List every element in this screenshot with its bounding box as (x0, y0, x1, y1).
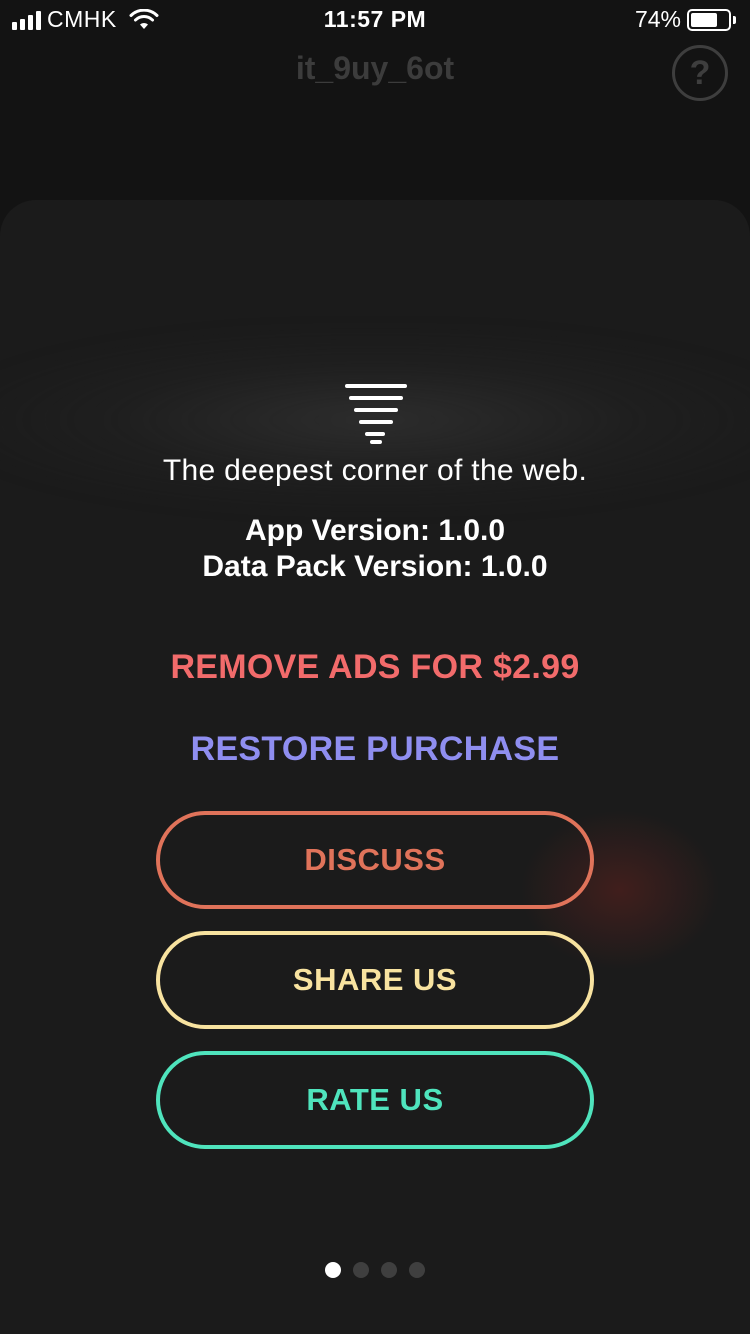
data-pack-version: Data Pack Version: 1.0.0 (202, 550, 548, 583)
battery-icon (687, 8, 731, 31)
share-us-button[interactable]: SHARE US (156, 931, 594, 1029)
app-version: App Version: 1.0.0 (244, 514, 506, 547)
tornado-lines-icon (345, 384, 407, 444)
question-circle-icon: ? (689, 53, 711, 92)
page-dot[interactable] (325, 1262, 341, 1278)
discuss-button[interactable]: DISCUSS (156, 811, 594, 909)
rate-us-button[interactable]: RATE US (156, 1051, 594, 1149)
status-right: 74% (635, 6, 736, 33)
restore-purchase-button[interactable]: RESTORE PURCHASE (0, 730, 750, 769)
remove-ads-button[interactable]: REMOVE ADS FOR $2.99 (0, 648, 750, 687)
nav-title: it_9uy_6ot (295, 50, 455, 86)
about-card: The deepest corner of the web. App Versi… (0, 200, 750, 1334)
battery-percent: 74% (634, 6, 681, 32)
battery-tip (733, 15, 736, 24)
page-dot[interactable] (381, 1262, 397, 1278)
tagline: The deepest corner of the web. (162, 454, 588, 487)
help-button[interactable]: ? (672, 45, 728, 101)
battery-level-fill (691, 12, 717, 27)
page-dot[interactable] (409, 1262, 425, 1278)
status-bar: CMHK 11:57 PM 74% (0, 0, 750, 40)
page-indicator (0, 1262, 750, 1278)
page-dot[interactable] (353, 1262, 369, 1278)
app-screen: CMHK 11:57 PM 74% it_9uy_6ot ? The deepe… (0, 0, 750, 1334)
